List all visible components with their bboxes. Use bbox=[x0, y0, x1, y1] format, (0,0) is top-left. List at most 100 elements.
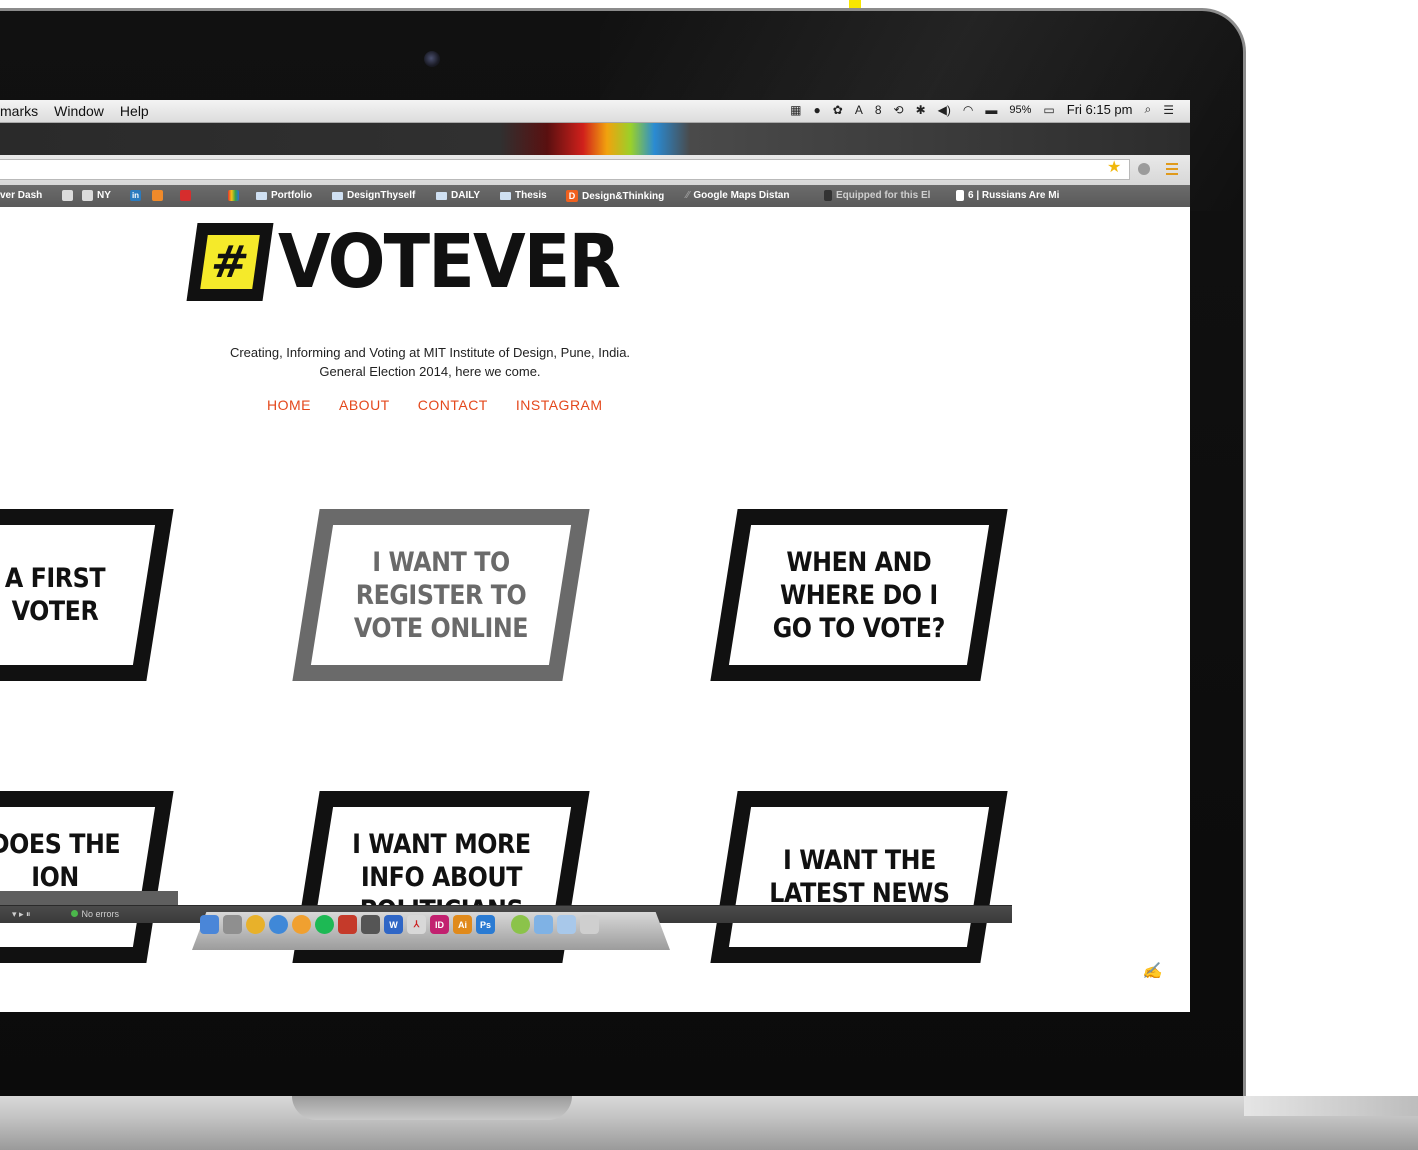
spotlight-icon[interactable]: ⌕ bbox=[1145, 102, 1152, 117]
camera-icon bbox=[424, 51, 440, 67]
card-register-online[interactable]: I WANT TO REGISTER TO VOTE ONLINE bbox=[292, 509, 590, 681]
folder-icon bbox=[500, 191, 511, 200]
red-app-icon bbox=[180, 190, 191, 201]
system-prefs-icon[interactable] bbox=[223, 915, 242, 934]
flag-icon[interactable]: ▬ bbox=[985, 103, 997, 117]
bookmark-chart[interactable] bbox=[152, 190, 163, 201]
folder-icon bbox=[436, 191, 447, 200]
laptop-scene: marks Window Help ▦ ● ✿ A 8 ⟲ ✱ ◀) ◠ ▬ 9… bbox=[0, 0, 1418, 1150]
card-label: A FIRST VOTER bbox=[4, 563, 106, 627]
bookmark-portfolio[interactable]: Portfolio bbox=[256, 190, 312, 201]
screen: marks Window Help ▦ ● ✿ A 8 ⟲ ✱ ◀) ◠ ▬ 9… bbox=[0, 100, 1190, 1012]
bookmark-google-maps[interactable]: ⁄⁄ Google Maps Distan bbox=[686, 190, 789, 201]
laptop-base bbox=[0, 1096, 1418, 1150]
site-tagline: Creating, Informing and Voting at MIT In… bbox=[180, 343, 680, 381]
bookmark-star-icon[interactable]: ★ bbox=[1107, 160, 1121, 176]
applications-folder-icon[interactable] bbox=[534, 915, 553, 934]
color-wheel-icon bbox=[228, 190, 239, 201]
avatar-icon bbox=[82, 190, 93, 201]
bookmark-ny[interactable]: NY bbox=[82, 190, 111, 201]
desktop-wallpaper-strip bbox=[0, 123, 1190, 155]
card-how-election-works[interactable]: DOES THE ION M WORK? bbox=[0, 791, 174, 963]
logo-wordmark: VOTEVER bbox=[278, 219, 621, 305]
card-label: I WANT THE LATEST NEWS bbox=[768, 845, 950, 909]
nav-about[interactable]: ABOUT bbox=[339, 397, 390, 413]
nav-contact[interactable]: CONTACT bbox=[418, 397, 488, 413]
logo-hash-mark: # bbox=[200, 235, 260, 289]
chart-icon bbox=[152, 190, 163, 201]
site-logo[interactable]: # VOTEVER bbox=[186, 217, 649, 307]
downloads-folder-icon[interactable] bbox=[557, 915, 576, 934]
linkedin-icon: in bbox=[130, 190, 141, 201]
bookmark-designthyself[interactable]: DesignThyself bbox=[332, 190, 415, 201]
dock-icons: W ⅄ ID Ai Ps bbox=[200, 915, 599, 934]
browser-menu-icon[interactable] bbox=[1166, 163, 1178, 175]
bookmark-linkedin[interactable]: in bbox=[130, 190, 141, 201]
wifi-icon[interactable]: ◠ bbox=[963, 103, 973, 117]
avatar-icon bbox=[62, 190, 73, 201]
photoshop-icon[interactable]: Ps bbox=[476, 915, 495, 934]
finder-icon[interactable] bbox=[200, 915, 219, 934]
tagline-line-2: General Election 2014, here we come. bbox=[319, 364, 541, 379]
signature-mark: ✍ bbox=[1142, 963, 1162, 980]
nav-instagram[interactable]: INSTAGRAM bbox=[516, 397, 603, 413]
indesign-icon[interactable]: ID bbox=[430, 915, 449, 934]
game-icon[interactable] bbox=[361, 915, 380, 934]
menu-window[interactable]: Window bbox=[54, 103, 104, 119]
adobe-icon[interactable]: A bbox=[855, 103, 863, 117]
ibooks-icon[interactable] bbox=[292, 915, 311, 934]
page-icon: ⁄⁄ bbox=[686, 190, 690, 201]
acrobat-icon[interactable]: ⅄ bbox=[407, 915, 426, 934]
ok-status-icon bbox=[70, 910, 78, 917]
webpage: # VOTEVER Creating, Informing and Voting… bbox=[0, 207, 1190, 1012]
notification-center-icon[interactable]: ☰ bbox=[1163, 103, 1174, 117]
laptop-base-rim bbox=[1244, 1096, 1418, 1116]
card-when-where[interactable]: WHEN AND WHERE DO I GO TO VOTE? bbox=[710, 509, 1008, 681]
tagline-line-1: Creating, Informing and Voting at MIT In… bbox=[229, 345, 631, 360]
address-bar[interactable] bbox=[0, 159, 1130, 180]
card-label: WHEN AND WHERE DO I GO TO VOTE? bbox=[772, 546, 946, 644]
battery-percent[interactable]: 95% bbox=[1009, 104, 1031, 116]
adobe-count: 8 bbox=[874, 102, 882, 117]
illustrator-icon[interactable]: Ai bbox=[453, 915, 472, 934]
menu-help[interactable]: Help bbox=[120, 103, 149, 119]
notification-icon[interactable]: ● bbox=[814, 103, 821, 117]
battery-icon[interactable]: ▭ bbox=[1043, 103, 1054, 117]
spotify-icon[interactable] bbox=[315, 915, 334, 934]
time-machine-icon[interactable]: ⟲ bbox=[894, 103, 904, 117]
menu-bookmarks[interactable]: marks bbox=[0, 103, 38, 119]
bookmark-thesis[interactable]: Thesis bbox=[500, 190, 547, 201]
extension-icon[interactable] bbox=[1138, 163, 1150, 175]
itunes-icon[interactable] bbox=[269, 915, 288, 934]
trash-icon[interactable] bbox=[580, 915, 599, 934]
browser-toolbar: ★ bbox=[0, 155, 1190, 186]
folder-icon bbox=[332, 191, 343, 200]
bookmark-avatar-1[interactable] bbox=[62, 190, 73, 201]
clock[interactable]: Fri 6:15 pm bbox=[1067, 102, 1133, 117]
bookmark-equipped[interactable]: Equipped for this El bbox=[824, 190, 930, 201]
bookmark-russians[interactable]: 6 | Russians Are Mi bbox=[956, 190, 1059, 201]
page-icon bbox=[956, 190, 964, 201]
card-label: I WANT TO REGISTER TO VOTE ONLINE bbox=[353, 546, 529, 644]
chrome-icon[interactable] bbox=[246, 915, 265, 934]
bookmark-designthinking[interactable]: D Design&Thinking bbox=[566, 190, 664, 202]
bookmark-daily[interactable]: DAILY bbox=[436, 190, 480, 201]
page-icon bbox=[824, 190, 832, 201]
bluetooth-icon[interactable]: ✱ bbox=[916, 103, 926, 117]
bookmark-dash[interactable]: ver Dash bbox=[0, 190, 42, 201]
logo-hash-box: # bbox=[186, 223, 274, 301]
site-nav: HOME ABOUT CONTACT INSTAGRAM bbox=[267, 397, 603, 413]
card-latest-news[interactable]: I WANT THE LATEST NEWS bbox=[710, 791, 1008, 963]
photo-app-icon[interactable] bbox=[338, 915, 357, 934]
dropbox-icon[interactable]: ✿ bbox=[833, 103, 843, 117]
nav-home[interactable]: HOME bbox=[267, 397, 311, 413]
grid-icon[interactable]: ▦ bbox=[790, 103, 801, 117]
horizontal-scrollbar[interactable] bbox=[0, 891, 178, 905]
volume-icon[interactable]: ◀) bbox=[938, 103, 951, 117]
bookmarks-bar: ver Dash NY in Portfolio DesignThyself D… bbox=[0, 185, 1190, 208]
word-icon[interactable]: W bbox=[384, 915, 403, 934]
card-first-voter[interactable]: A FIRST VOTER bbox=[0, 509, 174, 681]
bookmark-red[interactable] bbox=[180, 190, 191, 201]
bookmark-color[interactable] bbox=[228, 190, 239, 201]
leaf-app-icon[interactable] bbox=[511, 915, 530, 934]
